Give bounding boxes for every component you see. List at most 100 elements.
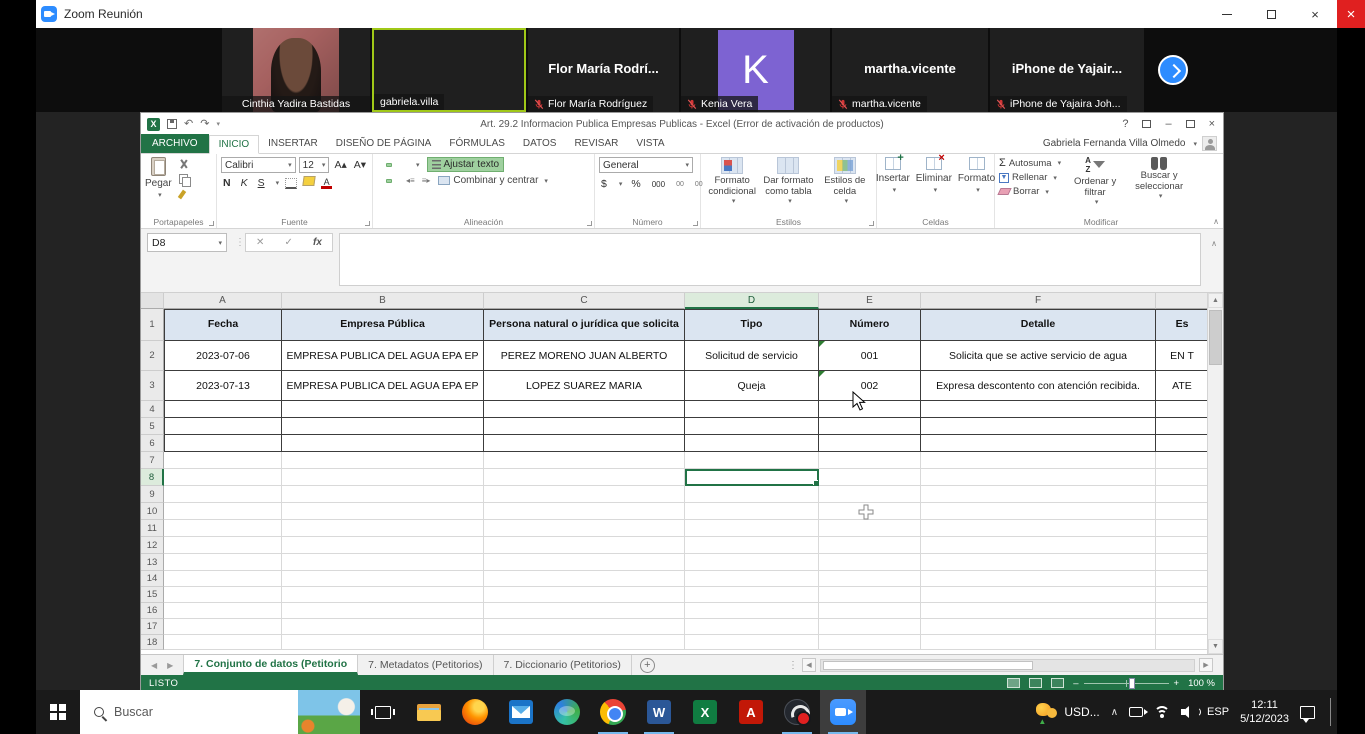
cell-C9[interactable] [484,486,685,503]
font-size-combo[interactable]: 12 ▾ [299,157,330,173]
clock[interactable]: 12:11 5/12/2023 [1240,698,1289,727]
cut-icon[interactable] [178,159,191,170]
horizontal-scrollbar-thumb[interactable] [823,661,1033,670]
column-header-F[interactable]: F [921,293,1156,309]
excel-logo-icon[interactable]: X [147,118,160,131]
zoom-slider-thumb[interactable] [1129,678,1135,689]
undo-icon[interactable]: ↶ [184,119,193,130]
cell-styles-button[interactable]: Estilos de celda ▾ [818,157,872,215]
hscroll-left-icon[interactable]: ◀ [802,658,816,672]
row-header-18[interactable]: 18 [141,635,164,650]
cell-13[interactable] [1156,554,1209,571]
cell-F12[interactable] [921,537,1156,554]
outer-close-button[interactable]: × [1337,0,1365,28]
dialog-launcher-icon[interactable] [587,221,592,226]
cell-F11[interactable] [921,520,1156,537]
tab-datos[interactable]: DATOS [514,134,566,153]
cell-B7[interactable] [282,452,484,469]
align-left-icon[interactable] [377,179,383,183]
cell-17[interactable] [1156,619,1209,635]
cell-F13[interactable] [921,554,1156,571]
name-box[interactable]: D8 ▾ [147,233,227,252]
row-header-16[interactable]: 16 [141,603,164,619]
formula-input[interactable] [339,233,1201,286]
font-name-combo[interactable]: Calibri ▾ [221,157,296,173]
accounting-format-icon[interactable]: $ [599,178,609,190]
clear-button[interactable]: Borrar ▾ [999,186,1061,197]
zoom-in-icon[interactable]: + [1174,678,1180,689]
tab-insertar[interactable]: INSERTAR [259,134,327,153]
fill-button[interactable]: ▼ Rellenar ▾ [999,172,1061,183]
cell-E9[interactable] [819,486,921,503]
decrease-indent-icon[interactable]: ◂≡ [404,176,417,185]
cell-F15[interactable] [921,587,1156,603]
tab-formulas[interactable]: FÓRMULAS [440,134,514,153]
cell-E17[interactable] [819,619,921,635]
participant-tile-iphone[interactable]: iPhone de Yajair... iPhone de Yajaira Jo… [990,28,1144,112]
row-header-5[interactable]: 5 [141,418,164,435]
cell-D9[interactable] [685,486,819,503]
cell-B16[interactable] [282,603,484,619]
cell-C5[interactable] [484,418,685,435]
cell-A6[interactable] [164,435,282,452]
cell-3[interactable]: ATE [1156,371,1209,401]
scroll-up-icon[interactable]: ▲ [1208,293,1223,308]
cell-B12[interactable] [282,537,484,554]
news-widget[interactable]: ▲ USD... [1034,701,1099,723]
align-top-icon[interactable] [377,163,383,167]
cell-E2[interactable]: 001 [819,341,921,371]
cell-D10[interactable] [685,503,819,520]
cell-C6[interactable] [484,435,685,452]
tab-revisar[interactable]: REVISAR [565,134,627,153]
cell-14[interactable] [1156,571,1209,587]
copy-icon[interactable] [178,174,191,185]
acrobat-button[interactable]: A [728,690,774,734]
cell-E4[interactable] [819,401,921,418]
cell-D8[interactable] [685,469,819,486]
excel-button[interactable]: X [682,690,728,734]
row-header-12[interactable]: 12 [141,537,164,554]
align-center-icon[interactable] [386,179,392,183]
cell-D15[interactable] [685,587,819,603]
participant-tile-cinthia[interactable]: Cinthia Yadira Bastidas [222,28,370,112]
cell-D14[interactable] [685,571,819,587]
participant-tile-martha[interactable]: martha.vicente martha.vicente [832,28,988,112]
cell-B3[interactable]: EMPRESA PUBLICA DEL AGUA EPA EP [282,371,484,401]
zoom-taskbar-button[interactable] [820,690,866,734]
cell-E3[interactable]: 002 [819,371,921,401]
cell-1[interactable]: Es [1156,309,1209,341]
cell-F10[interactable] [921,503,1156,520]
cell-B17[interactable] [282,619,484,635]
tab-vista[interactable]: VISTA [627,134,673,153]
cell-B6[interactable] [282,435,484,452]
zoom-slider[interactable] [1084,683,1169,684]
cell-B14[interactable] [282,571,484,587]
cell-E12[interactable] [819,537,921,554]
minimize-button[interactable] [1205,0,1249,28]
row-header-17[interactable]: 17 [141,619,164,635]
number-format-combo[interactable]: General ▾ [599,157,693,173]
cell-B9[interactable] [282,486,484,503]
cell-B1[interactable]: Empresa Pública [282,309,484,341]
excel-restore-icon[interactable] [1186,120,1195,128]
cell-B5[interactable] [282,418,484,435]
cell-E16[interactable] [819,603,921,619]
cell-D6[interactable] [685,435,819,452]
comma-style-icon[interactable]: 000 [650,180,667,189]
cell-A17[interactable] [164,619,282,635]
close-button[interactable]: × [1293,0,1337,28]
ribbon-display-options-icon[interactable] [1142,120,1151,128]
percent-style-icon[interactable]: % [629,178,642,190]
cell-5[interactable] [1156,418,1209,435]
insert-function-icon[interactable]: fx [313,237,322,248]
column-header-D[interactable]: D [685,293,819,309]
cell-A13[interactable] [164,554,282,571]
cell-E1[interactable]: Número [819,309,921,341]
font-color-icon[interactable]: A [321,178,332,189]
autosum-button[interactable]: Σ Autosuma ▾ [999,157,1061,169]
cell-12[interactable] [1156,537,1209,554]
mail-button[interactable] [498,690,544,734]
horizontal-scrollbar[interactable] [820,659,1195,672]
chrome-button[interactable] [590,690,636,734]
collapse-ribbon-icon[interactable]: ∧ [1213,217,1219,226]
